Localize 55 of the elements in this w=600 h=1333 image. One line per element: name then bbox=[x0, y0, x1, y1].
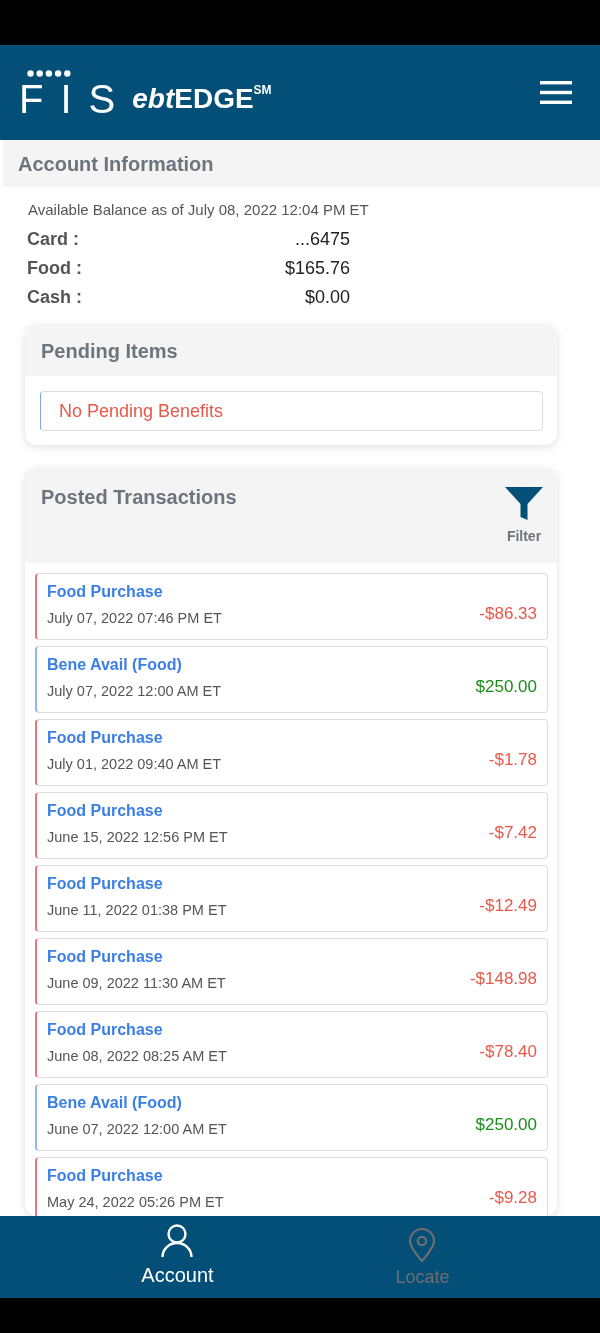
transaction-item[interactable]: Food Purchase July 07, 2022 07:46 PM ET -$86.33 bbox=[35, 573, 548, 640]
transaction-amount: -$78.40 bbox=[479, 1041, 537, 1063]
transaction-item[interactable]: Food Purchase June 15, 2022 12:56 PM ET -$7.42 bbox=[35, 792, 548, 859]
transaction-amount: $250.00 bbox=[475, 1114, 537, 1136]
transaction-title: Food Purchase bbox=[47, 1020, 164, 1040]
transaction-title: Food Purchase bbox=[47, 582, 164, 602]
transaction-amount: -$9.28 bbox=[488, 1187, 537, 1209]
transaction-date: July 01, 2022 09:40 AM ET bbox=[47, 755, 222, 774]
transaction-item[interactable]: Food Purchase July 01, 2022 09:40 AM ET -$1.78 bbox=[35, 719, 548, 786]
transaction-amount: $250.00 bbox=[475, 676, 537, 698]
transaction-amount: -$1.78 bbox=[488, 749, 537, 771]
transaction-item[interactable]: Bene Avail (Food) June 07, 2022 12:00 AM ET $250.00 bbox=[35, 1084, 548, 1151]
brand-wordmark: FIS bbox=[19, 83, 133, 115]
transaction-amount: -$7.42 bbox=[488, 822, 537, 844]
product-name: ebtEDGE$^{SM}$ bbox=[132, 84, 272, 114]
transaction-item[interactable]: Food Purchase June 09, 2022 11:30 AM ET -$148.98 bbox=[35, 938, 548, 1005]
transaction-title: Food Purchase bbox=[47, 947, 164, 967]
transaction-date: July 07, 2022 12:00 AM ET bbox=[47, 682, 222, 701]
transaction-date: June 09, 2022 11:30 AM ET bbox=[47, 974, 226, 993]
balance-value: ...6475 bbox=[294, 228, 350, 251]
transaction-amount: -$12.49 bbox=[479, 895, 537, 917]
transaction-date: May 24, 2022 05:26 PM ET bbox=[47, 1193, 224, 1212]
transaction-amount: -$86.33 bbox=[479, 603, 537, 625]
transaction-date: June 07, 2022 12:00 AM ET bbox=[47, 1120, 227, 1139]
balance-value: $165.76 bbox=[284, 257, 350, 280]
balance-note: Available Balance as of July 08, 2022 12:04 PM ET bbox=[28, 201, 370, 219]
card-title: Posted Transactions bbox=[41, 486, 237, 508]
transaction-item[interactable]: Food Purchase June 11, 2022 01:38 PM ET -$12.49 bbox=[35, 865, 548, 932]
transaction-date: June 15, 2022 12:56 PM ET bbox=[47, 828, 228, 847]
transaction-date: June 08, 2022 08:25 AM ET bbox=[47, 1047, 227, 1066]
logo-dots-icon bbox=[27, 70, 71, 77]
transaction-item[interactable]: Food Purchase May 24, 2022 05:26 PM ET -$9.28 bbox=[35, 1157, 548, 1216]
section-title: Account Information bbox=[18, 151, 214, 176]
balance-label: Cash : bbox=[27, 286, 82, 309]
transaction-item[interactable]: Food Purchase June 08, 2022 08:25 AM ET -$78.40 bbox=[35, 1011, 548, 1078]
nav-tab[interactable]: Account bbox=[141, 1224, 214, 1287]
transaction-title: Food Purchase bbox=[47, 874, 164, 894]
menu-icon[interactable] bbox=[540, 81, 572, 104]
transaction-title: Food Purchase bbox=[47, 728, 164, 748]
card-title: Pending Items bbox=[41, 339, 178, 362]
transaction-date: July 07, 2022 07:46 PM ET bbox=[47, 609, 222, 628]
person-icon bbox=[160, 1224, 195, 1258]
transaction-amount: -$148.98 bbox=[469, 968, 537, 990]
transaction-title: Bene Avail (Food) bbox=[47, 1093, 183, 1113]
filter-button[interactable]: Filter bbox=[505, 487, 543, 544]
transaction-title: Food Purchase bbox=[47, 1166, 164, 1186]
transaction-item[interactable]: Bene Avail (Food) July 07, 2022 12:00 AM ET $250.00 bbox=[35, 646, 548, 713]
transaction-date: June 11, 2022 01:38 PM ET bbox=[47, 901, 227, 920]
filter-icon bbox=[505, 487, 543, 520]
balance-label: Food : bbox=[27, 257, 82, 280]
transaction-title: Bene Avail (Food) bbox=[47, 655, 183, 675]
pending-message: No Pending Benefits bbox=[40, 391, 543, 431]
transaction-title: Food Purchase bbox=[47, 801, 164, 821]
balance-value: $0.00 bbox=[304, 286, 350, 309]
balance-label: Card : bbox=[27, 228, 80, 251]
